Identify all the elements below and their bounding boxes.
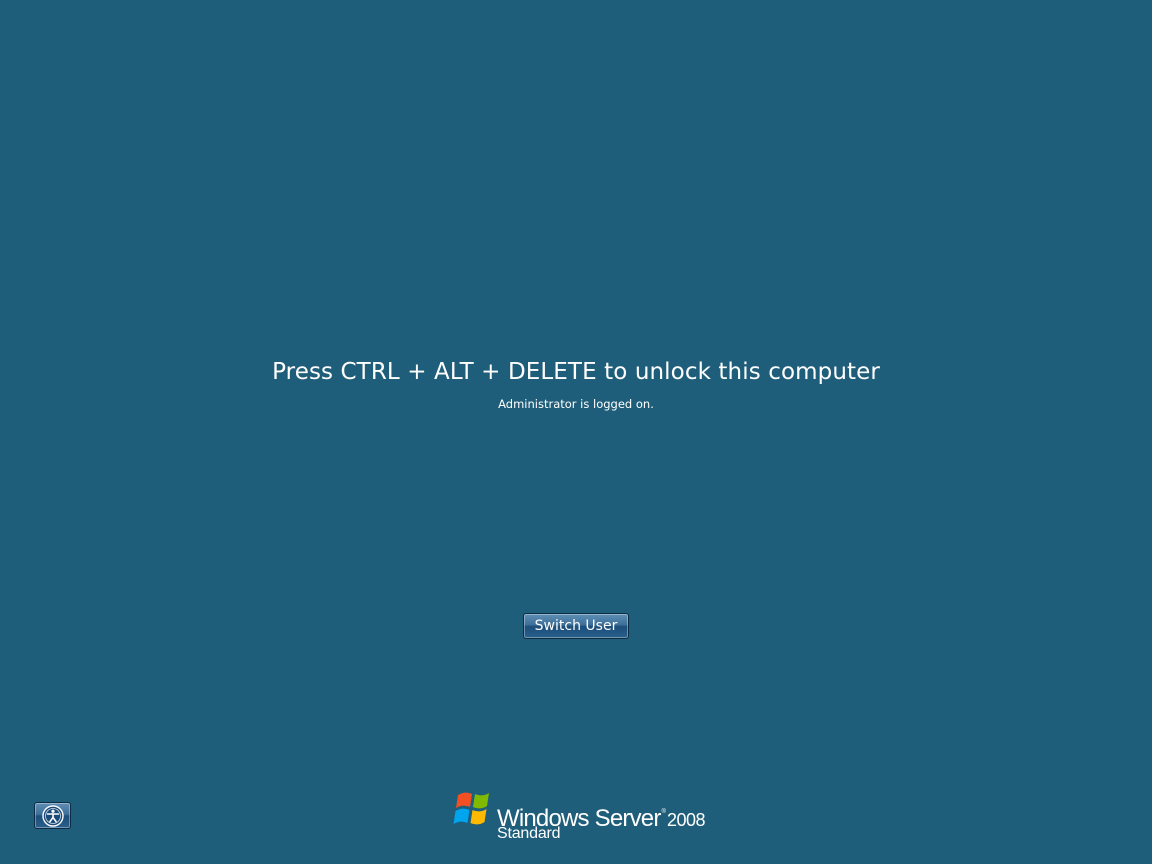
ease-of-access-icon (41, 804, 64, 827)
windows-server-branding: Windows Server®2008 Standard (452, 789, 712, 845)
product-edition: Standard (497, 825, 561, 842)
lock-screen: Press CTRL + ALT + DELETE to unlock this… (0, 0, 1152, 864)
unlock-instruction: Press CTRL + ALT + DELETE to unlock this… (272, 359, 880, 385)
trademark-symbol: ® (661, 809, 666, 815)
switch-user-button[interactable]: Switch User (523, 613, 629, 639)
windows-flag-icon (453, 792, 489, 825)
logged-on-status: Administrator is logged on. (498, 397, 654, 411)
ease-of-access-button[interactable] (34, 802, 71, 829)
product-version: 2008 (666, 810, 706, 830)
